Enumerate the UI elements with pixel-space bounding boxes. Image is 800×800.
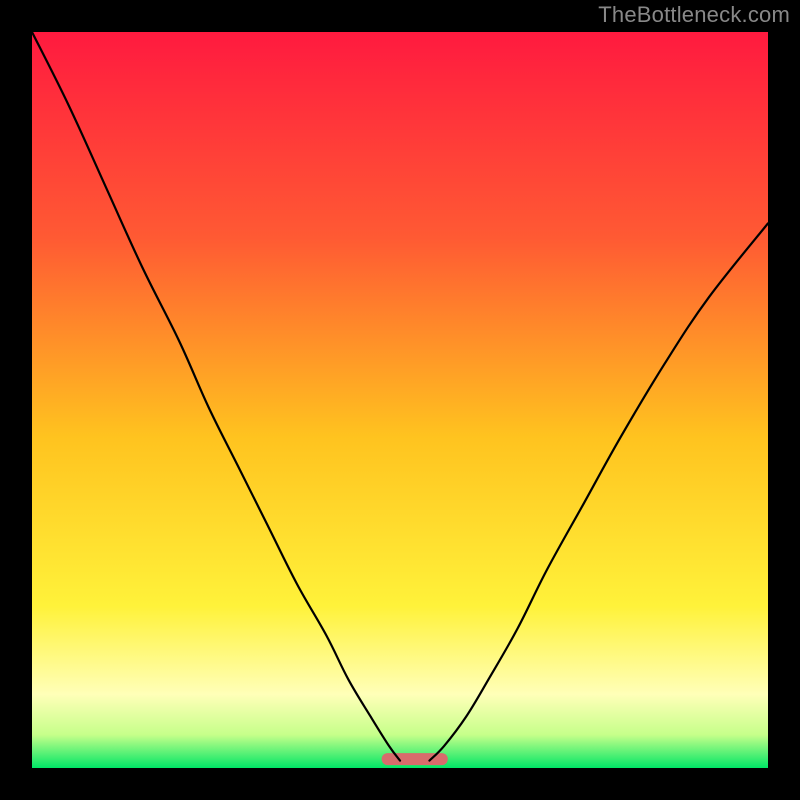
optimal-range-marker [382, 753, 448, 765]
watermark-text: TheBottleneck.com [598, 2, 790, 28]
bottleneck-plot [32, 32, 768, 768]
gradient-background [32, 32, 768, 768]
chart-frame: TheBottleneck.com [0, 0, 800, 800]
